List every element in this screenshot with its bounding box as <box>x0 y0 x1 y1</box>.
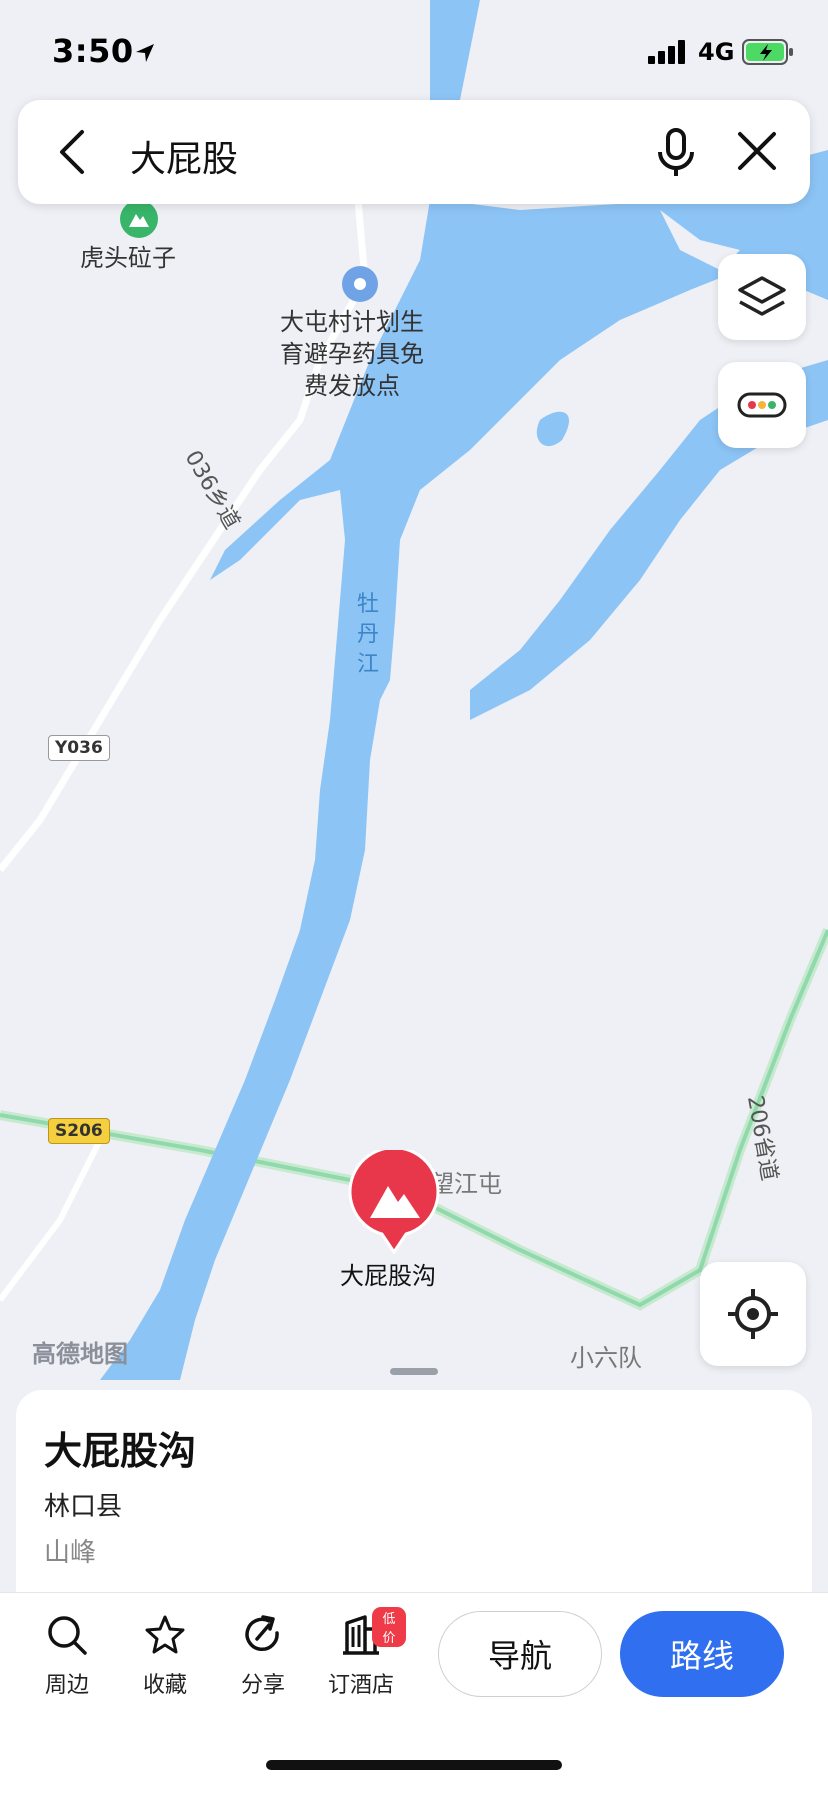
layers-button[interactable] <box>718 254 806 340</box>
route-button[interactable]: 路线 <box>620 1611 784 1697</box>
place-name: 大屁股沟 <box>44 1429 197 1473</box>
share-label: 分享 <box>240 1673 285 1698</box>
search-input[interactable]: 大屁股 <box>130 130 238 182</box>
traffic-icon <box>737 392 787 418</box>
selected-place-label[interactable]: 大屁股沟 <box>340 1260 436 1292</box>
star-icon <box>145 1615 185 1654</box>
poi-clinic-pin-icon[interactable] <box>342 266 378 302</box>
traffic-button[interactable] <box>718 362 806 448</box>
nearby-button[interactable]: 周边 <box>22 1613 112 1699</box>
village-label-xiaoliudui[interactable]: 小六队 <box>570 1342 642 1374</box>
poi-mountain-icon[interactable] <box>120 200 158 238</box>
selected-place-pin[interactable] <box>348 1146 440 1255</box>
place-type: 山峰 <box>44 1538 97 1568</box>
river-label: 牡丹江 <box>356 592 379 677</box>
microphone-icon[interactable] <box>654 126 698 178</box>
road-s206-shield: S206 <box>48 1118 110 1144</box>
locate-button[interactable] <box>700 1262 806 1366</box>
poi-clinic-label[interactable]: 大屯村计划生育避孕药具免费发放点 <box>272 306 432 402</box>
network-type: 4G <box>698 38 735 66</box>
hotel-label: 订酒店 <box>327 1673 394 1698</box>
search-bar: 大屁股 <box>18 100 810 204</box>
favorite-label: 收藏 <box>142 1673 187 1698</box>
status-bar: 3:50 4G <box>0 0 828 100</box>
place-county: 林口县 <box>44 1492 123 1522</box>
close-icon[interactable] <box>734 128 780 174</box>
signal-icon <box>648 40 685 64</box>
share-icon <box>245 1615 279 1652</box>
share-button[interactable]: 分享 <box>218 1613 308 1699</box>
home-indicator[interactable] <box>266 1760 562 1770</box>
favorite-button[interactable]: 收藏 <box>120 1613 210 1699</box>
village-label-wangjiang[interactable]: 望江屯 <box>430 1168 502 1200</box>
hotel-button[interactable]: 低价 订酒店 <box>316 1607 406 1699</box>
layers-icon <box>738 276 786 316</box>
road-y036-shield: Y036 <box>48 735 110 761</box>
battery-charging-icon <box>742 39 793 65</box>
sheet-drag-handle[interactable] <box>390 1368 438 1375</box>
map-watermark: 高德地图 <box>32 1340 128 1368</box>
navigate-button[interactable]: 导航 <box>438 1611 602 1697</box>
status-time: 3:50 <box>52 32 134 70</box>
search-icon <box>48 1616 87 1655</box>
back-arrow-icon[interactable] <box>48 126 94 178</box>
hotel-price-badge: 低价 <box>372 1607 406 1647</box>
locate-icon <box>728 1289 778 1339</box>
poi-mountain-label[interactable]: 虎头砬子 <box>80 242 176 274</box>
location-arrow-icon <box>136 44 154 62</box>
nearby-label: 周边 <box>44 1673 89 1698</box>
